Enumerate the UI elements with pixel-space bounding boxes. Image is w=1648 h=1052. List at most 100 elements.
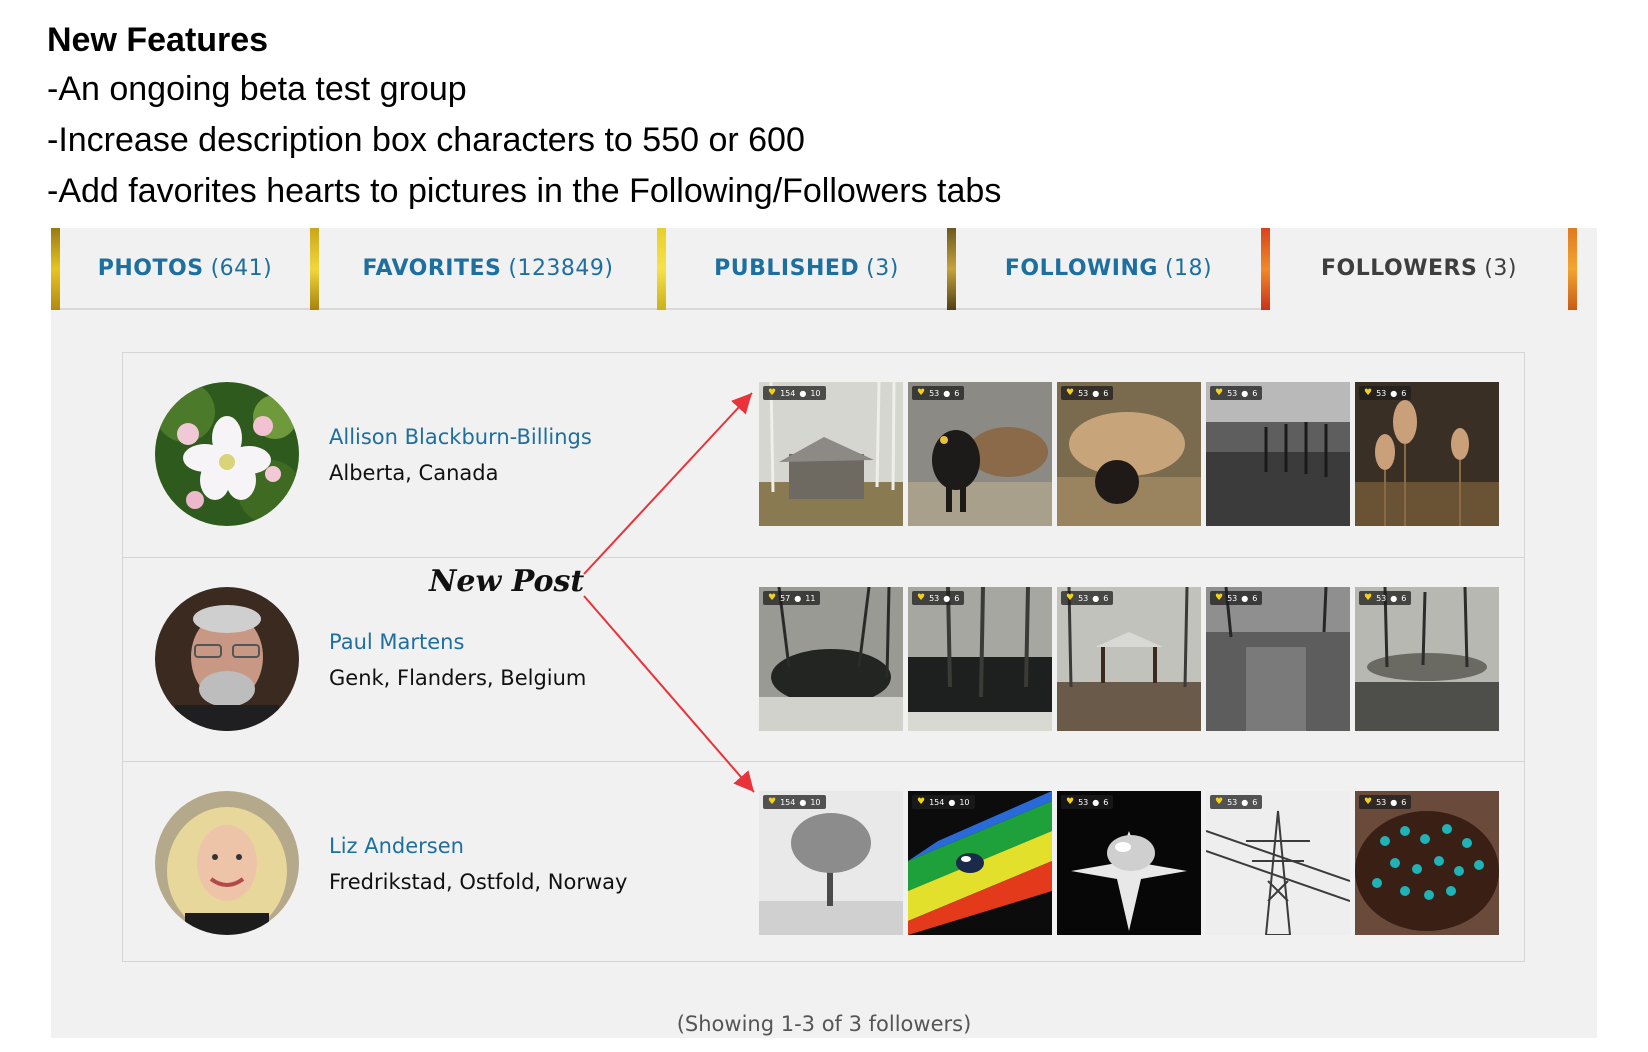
photo-thumbnail[interactable]: ♥ 53 ● 6 <box>1355 791 1499 935</box>
comments-count: 6 <box>1401 388 1407 398</box>
photo-stats: ♥ 53 ● 6 <box>912 386 965 400</box>
photo-stats: ♥ 53 ● 6 <box>1359 591 1412 605</box>
photo-thumbnail[interactable]: ♥ 57 ● 11 <box>759 587 903 731</box>
photo-thumbnail[interactable]: ♥ 53 ● 6 <box>1206 791 1350 935</box>
comment-icon: ● <box>1092 388 1100 398</box>
favorites-count: 53 <box>1227 593 1238 603</box>
photo-stats: ♥ 53 ● 6 <box>1210 386 1263 400</box>
photo-thumbnail[interactable]: ♥ 53 ● 6 <box>1057 382 1201 526</box>
tab-photos[interactable]: PHOTOS (641) <box>60 228 310 310</box>
heart-icon: ♥ <box>1215 797 1224 807</box>
favorites-count: 53 <box>929 593 940 603</box>
photo-thumbnail[interactable]: ♥ 154 ● 10 <box>759 382 903 526</box>
comments-count: 6 <box>954 593 960 603</box>
comment-icon: ● <box>799 388 807 398</box>
photo-thumbnail[interactable]: ♥ 53 ● 6 <box>1355 587 1499 731</box>
tab-favorites[interactable]: FAVORITES (123849) <box>319 228 657 310</box>
tab-count: (641) <box>210 255 273 281</box>
photo-stats: ♥ 57 ● 11 <box>763 591 821 605</box>
heart-icon: ♥ <box>917 388 926 398</box>
comment-icon: ● <box>943 593 951 603</box>
follower-location: Genk, Flanders, Belgium <box>329 666 587 690</box>
photo-thumbnail[interactable]: ♥ 53 ● 6 <box>1057 791 1201 935</box>
notes-item: -An ongoing beta test group <box>47 70 467 108</box>
follower-row: Allison Blackburn-Billings Alberta, Cana… <box>123 353 1524 557</box>
photo-thumbnail[interactable]: ♥ 53 ● 6 <box>1057 587 1201 731</box>
comments-count: 6 <box>954 388 960 398</box>
comment-icon: ● <box>1092 593 1100 603</box>
heart-icon: ♥ <box>917 593 926 603</box>
tab-separator <box>310 228 319 310</box>
heart-icon: ♥ <box>768 388 777 398</box>
heart-icon: ♥ <box>1215 388 1224 398</box>
favorites-count: 53 <box>1376 388 1387 398</box>
follower-name[interactable]: Paul Martens <box>329 630 464 654</box>
notes-item: -Add favorites hearts to pictures in the… <box>47 172 1002 210</box>
photo-stats: ♥ 53 ● 6 <box>1061 591 1114 605</box>
comments-count: 6 <box>1103 388 1109 398</box>
tab-separator <box>657 228 666 310</box>
tab-label: FAVORITES <box>362 255 502 281</box>
tab-label: PHOTOS <box>97 255 204 281</box>
avatar[interactable] <box>155 791 299 935</box>
heart-icon: ♥ <box>768 797 777 807</box>
photo-thumbnail[interactable]: ♥ 53 ● 6 <box>908 587 1052 731</box>
avatar[interactable] <box>155 587 299 731</box>
favorites-count: 154 <box>929 797 945 807</box>
comments-count: 6 <box>1401 593 1407 603</box>
heart-icon: ♥ <box>1215 593 1224 603</box>
comment-icon: ● <box>1241 593 1249 603</box>
photo-thumbnail[interactable]: ♥ 53 ● 6 <box>1206 382 1350 526</box>
notes-title: New Features <box>47 21 269 59</box>
heart-icon: ♥ <box>1364 388 1373 398</box>
follower-location: Fredrikstad, Ostfold, Norway <box>329 870 628 894</box>
comments-count: 10 <box>959 797 970 807</box>
heart-icon: ♥ <box>1066 388 1075 398</box>
photo-stats: ♥ 53 ● 6 <box>1359 386 1412 400</box>
photo-thumbnail[interactable]: ♥ 53 ● 6 <box>1355 382 1499 526</box>
avatar[interactable] <box>155 382 299 526</box>
photo-thumbnail[interactable]: ♥ 53 ● 6 <box>908 382 1052 526</box>
favorites-count: 53 <box>1078 388 1089 398</box>
photo-stats: ♥ 154 ● 10 <box>763 795 826 809</box>
favorites-count: 154 <box>780 797 796 807</box>
favorites-count: 53 <box>1227 797 1238 807</box>
tab-following[interactable]: FOLLOWING (18) <box>956 228 1261 310</box>
tab-published[interactable]: PUBLISHED (3) <box>666 228 947 310</box>
favorites-count: 53 <box>1078 593 1089 603</box>
favorites-count: 57 <box>780 593 791 603</box>
photo-thumbnail[interactable]: ♥ 154 ● 10 <box>908 791 1052 935</box>
new-post-annotation: New Post <box>429 564 585 599</box>
comments-count: 11 <box>805 593 816 603</box>
photo-stats: ♥ 53 ● 6 <box>1359 795 1412 809</box>
photo-stats: ♥ 53 ● 6 <box>912 591 965 605</box>
favorites-count: 53 <box>929 388 940 398</box>
photo-thumbnail[interactable]: ♥ 53 ● 6 <box>1206 587 1350 731</box>
photo-stats: ♥ 154 ● 10 <box>912 795 975 809</box>
photo-strip: ♥ 57 ● 11 ♥ 53 ● 6 ♥ 53 ● 6 ♥ 53 ● 6 ♥ 53 ● 6 <box>759 587 1499 731</box>
tab-followers[interactable]: FOLLOWERS (3) <box>1270 228 1568 310</box>
follower-location: Alberta, Canada <box>329 461 499 485</box>
photo-strip: ♥ 154 ● 10 ♥ 53 ● 6 ♥ 53 ● 6 ♥ 53 ● 6 ♥ 53 ● 6 <box>759 382 1499 526</box>
tab-count: (123849) <box>508 255 614 281</box>
profile-tabs: PHOTOS (641) FAVORITES (123849) PUBLISHED(… <box>51 228 1597 310</box>
follower-name[interactable]: Liz Andersen <box>329 834 464 858</box>
heart-icon: ♥ <box>1364 797 1373 807</box>
heart-icon: ♥ <box>1364 593 1373 603</box>
comments-count: 6 <box>1103 593 1109 603</box>
followers-panel: Allison Blackburn-Billings Alberta, Cana… <box>51 310 1597 1038</box>
tab-label: FOLLOWING <box>1004 255 1158 281</box>
favorites-count: 53 <box>1078 797 1089 807</box>
comment-icon: ● <box>1241 797 1249 807</box>
feature-notes: New Features -An ongoing beta test group… <box>47 16 1001 217</box>
favorites-count: 53 <box>1376 593 1387 603</box>
photo-thumbnail[interactable]: ♥ 154 ● 10 <box>759 791 903 935</box>
photo-strip: ♥ 154 ● 10 ♥ 154 ● 10 ♥ 53 ● 6 ♥ 53 ● 6 ♥ 53 ● 6 <box>759 791 1499 935</box>
heart-icon: ♥ <box>1066 593 1075 603</box>
follower-name[interactable]: Allison Blackburn-Billings <box>329 425 592 449</box>
notes-item: -Increase description box characters to … <box>47 121 805 159</box>
comments-count: 6 <box>1103 797 1109 807</box>
photo-stats: ♥ 53 ● 6 <box>1210 591 1263 605</box>
tab-separator <box>947 228 956 310</box>
tab-separator <box>51 228 60 310</box>
